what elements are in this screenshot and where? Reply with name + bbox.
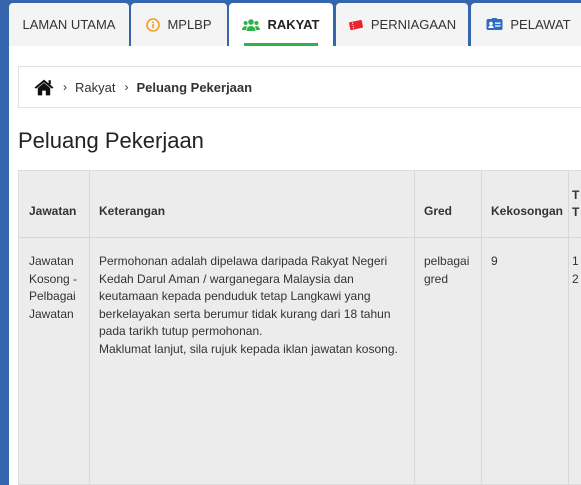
tab-pelawat[interactable]: PELAWAT <box>471 3 581 46</box>
id-card-icon <box>486 18 503 31</box>
cell-keterangan: Permohonan adalah dipelawa daripada Raky… <box>89 238 414 484</box>
users-icon <box>242 18 261 32</box>
page-title: Peluang Pekerjaan <box>18 128 204 153</box>
info-circle-icon <box>146 17 161 32</box>
column-divider <box>568 171 569 484</box>
ticket-icon <box>348 19 364 31</box>
jobs-table: Jawatan Keterangan Gred Kekosongan T T J… <box>18 170 581 485</box>
breadcrumb: › Rakyat › Peluang Pekerjaan <box>18 66 581 108</box>
tab-mplbp[interactable]: MPLBP <box>131 3 227 46</box>
header-gred: Gred <box>424 204 453 218</box>
header-extra-line: T <box>572 205 580 219</box>
cell-gred: pelbagai gred <box>424 254 470 286</box>
cell-extra-line: 2 <box>572 271 579 286</box>
header-extra: T T <box>572 187 581 221</box>
keterangan-note: Maklumat lanjut, sila rujuk kepada iklan… <box>99 341 398 356</box>
tab-rakyat[interactable]: RAKYAT <box>229 3 333 46</box>
top-navigation-bar: LAMAN UTAMA MPLBP RAKYAT PERNIAGAAN PELA… <box>0 0 581 46</box>
cell-jawatan: Jawatan Kosong - Pelbagai Jawatan <box>29 254 78 321</box>
tab-label: PELAWAT <box>510 17 571 32</box>
tab-label: LAMAN UTAMA <box>22 17 116 32</box>
breadcrumb-item-current: Peluang Pekerjaan <box>136 79 253 95</box>
header-kekosongan: Kekosongan <box>491 204 564 218</box>
home-icon[interactable] <box>34 79 54 96</box>
tab-label: RAKYAT <box>267 17 320 32</box>
keterangan-paragraph: Permohonan adalah dipelawa daripada Raky… <box>99 254 391 338</box>
breadcrumb-separator: › <box>63 80 67 94</box>
breadcrumb-separator: › <box>124 80 129 94</box>
header-jawatan: Jawatan <box>29 204 77 218</box>
breadcrumb-item-rakyat[interactable]: Rakyat <box>75 80 115 95</box>
tab-label: MPLBP <box>167 17 212 32</box>
tab-laman-utama[interactable]: LAMAN UTAMA <box>9 3 129 46</box>
cell-extra: 1 2 <box>572 238 581 484</box>
cell-kekosongan: 9 <box>491 254 498 268</box>
main-content: › Rakyat › Peluang Pekerjaan Peluang Pek… <box>9 46 581 485</box>
tab-label: PERNIAGAAN <box>370 17 457 32</box>
header-keterangan: Keterangan <box>99 204 166 218</box>
tab-perniagaan[interactable]: PERNIAGAAN <box>336 3 468 46</box>
cell-extra-line: 1 <box>572 254 579 268</box>
header-extra-line: T <box>572 188 580 202</box>
